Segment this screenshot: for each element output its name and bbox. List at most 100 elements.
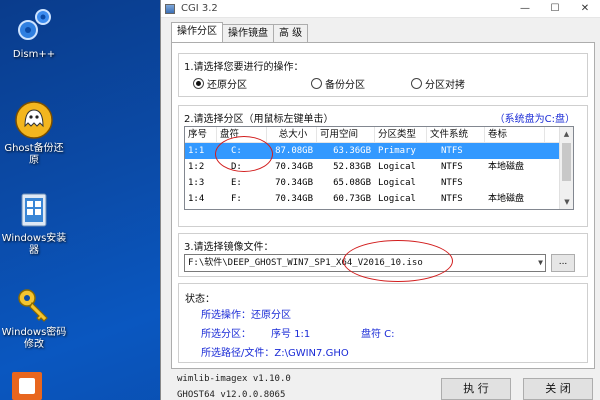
tab-partition-ops[interactable]: 操作分区 — [171, 22, 223, 42]
image-path-value: F:\软件\DEEP_GHOST_WIN7_SP1_X64_V2016_10.i… — [188, 258, 423, 268]
table-row[interactable]: 1:3 E: 70.34GB 65.08GB Logical NTFS — [185, 175, 573, 191]
tab-panel: 1.请选择您要进行的操作： 还原分区 备份分区 分区对拷 2.请选择分区（用鼠标… — [171, 42, 595, 369]
cell-type: Logical — [378, 194, 416, 204]
column-header[interactable]: 卷标 — [485, 127, 545, 142]
execute-button[interactable]: 执 行 — [441, 378, 511, 400]
cell-free: 65.08GB — [333, 178, 371, 188]
system-disk-note: （系统盘为C:盘） — [494, 114, 575, 125]
cell-free: 60.73GB — [333, 194, 371, 204]
cell-drive: E: — [231, 178, 242, 188]
status-path: 所选路径/文件：Z:\GWIN7.GHO — [201, 348, 349, 359]
window-title: CGI 3.2 — [181, 3, 218, 14]
status-seq: 序号 1:1 — [271, 329, 311, 340]
cell-drive: F: — [231, 194, 242, 204]
radio-button[interactable] — [193, 78, 204, 89]
office-icon[interactable] — [12, 372, 42, 400]
image-file-group-title: 3.请选择镜像文件： — [184, 242, 274, 253]
cell-label — [485, 175, 545, 191]
cell-label: 本地磁盘 — [488, 162, 525, 172]
column-header[interactable]: 序号 — [185, 127, 217, 142]
status-operation: 所选操作：还原分区 — [201, 310, 291, 321]
title-bar[interactable]: CGI 3.2 — ☐ ✕ — [161, 0, 600, 18]
desktop-icon-label: Ghost备份还原 — [4, 143, 64, 166]
radio-button[interactable] — [311, 78, 322, 89]
partition-group-title: 2.请选择分区（用鼠标左键单击） — [184, 114, 334, 125]
cell-total: 70.34GB — [275, 194, 313, 204]
maximize-button[interactable]: ☐ — [540, 0, 570, 18]
desktop-icon-installer[interactable]: Windows安装器 — [0, 190, 68, 257]
operation-group: 1.请选择您要进行的操作： 还原分区 备份分区 分区对拷 — [178, 53, 588, 97]
cell-label: 本地磁盘 — [488, 194, 525, 204]
table-row[interactable]: 1:4 F: 70.34GB 60.73GB Logical NTFS 本地磁盘 — [185, 191, 573, 207]
column-header[interactable]: 总大小 — [267, 127, 317, 142]
cell-type: Logical — [378, 178, 416, 188]
partition-table: 序号 盘符 总大小 可用空间 分区类型 文件系统 卷标 1:1 C: 87.08… — [184, 126, 574, 210]
tab-advanced[interactable]: 高 级 — [273, 24, 309, 42]
radio-restore[interactable]: 还原分区 — [193, 76, 247, 91]
partition-group: 2.请选择分区（用鼠标左键单击） （系统盘为C:盘） 序号 盘符 总大小 可用空… — [178, 105, 588, 227]
radio-label: 备份分区 — [325, 80, 365, 91]
desktop-icon-ghost[interactable]: Ghost备份还原 — [0, 100, 68, 167]
cell-fs: NTFS — [441, 178, 463, 188]
desktop-icon-label: Windows安装器 — [1, 233, 67, 256]
browse-button[interactable]: ... — [551, 254, 575, 272]
desktop-icon-password[interactable]: Windows密码修改 — [0, 284, 68, 351]
desktop-icon-dism[interactable]: Dism++ — [0, 6, 68, 61]
ghost-version: GHOST64 v12.0.0.8065 — [177, 390, 286, 400]
cell-seq: 1:1 — [188, 146, 205, 156]
key-icon — [14, 284, 54, 324]
cell-seq: 1:2 — [188, 162, 205, 172]
ghost-icon — [14, 100, 54, 140]
cell-type: Logical — [378, 162, 416, 172]
gear-icon — [14, 6, 54, 46]
status-drive: 盘符 C: — [361, 329, 395, 340]
cell-free: 52.83GB — [333, 162, 371, 172]
column-header[interactable]: 文件系统 — [427, 127, 485, 142]
table-header: 序号 盘符 总大小 可用空间 分区类型 文件系统 卷标 — [185, 127, 573, 143]
minimize-button[interactable]: — — [510, 0, 540, 18]
chevron-down-icon[interactable]: ▼ — [538, 255, 543, 271]
status-partition: 所选分区： — [201, 329, 251, 340]
radio-label: 分区对拷 — [425, 80, 465, 91]
cell-type: Primary — [378, 146, 416, 156]
cell-fs: NTFS — [441, 162, 463, 172]
image-path-combobox[interactable]: F:\软件\DEEP_GHOST_WIN7_SP1_X64_V2016_10.i… — [184, 254, 546, 272]
cell-fs: NTFS — [441, 146, 463, 156]
cgi-window: CGI 3.2 — ☐ ✕ 操作分区 操作镜盘 高 级 1.请选择您要进行的操作… — [160, 0, 600, 400]
table-scrollbar[interactable]: ▲ ▼ — [559, 127, 573, 209]
radio-label: 还原分区 — [207, 80, 247, 91]
cell-total: 87.08GB — [275, 146, 313, 156]
radio-button[interactable] — [411, 78, 422, 89]
cell-total: 70.34GB — [275, 178, 313, 188]
table-row[interactable]: 1:2 D: 70.34GB 52.83GB Logical NTFS 本地磁盘 — [185, 159, 573, 175]
scroll-up-icon[interactable]: ▲ — [560, 127, 573, 141]
image-file-group: 3.请选择镜像文件： F:\软件\DEEP_GHOST_WIN7_SP1_X64… — [178, 233, 588, 277]
scroll-down-icon[interactable]: ▼ — [560, 195, 573, 209]
table-row[interactable]: 1:1 C: 87.08GB 63.36GB Primary NTFS — [185, 143, 573, 159]
column-header[interactable]: 盘符 — [217, 127, 267, 142]
status-title: 状态： — [185, 294, 215, 305]
app-icon — [165, 3, 175, 14]
tab-disk-ops[interactable]: 操作镜盘 — [222, 24, 274, 42]
desktop-icon-label: Dism++ — [12, 49, 56, 60]
cell-seq: 1:3 — [188, 178, 205, 188]
operation-group-title: 1.请选择您要进行的操作： — [184, 62, 304, 73]
tab-strip: 操作分区 操作镜盘 高 级 — [171, 22, 309, 42]
close-button[interactable]: 关 闭 — [523, 378, 593, 400]
radio-copy[interactable]: 分区对拷 — [411, 76, 465, 91]
column-header[interactable]: 分区类型 — [375, 127, 427, 142]
cell-total: 70.34GB — [275, 162, 313, 172]
desktop-icon-label: Windows密码修改 — [1, 327, 67, 350]
status-group: 状态： 所选操作：还原分区 所选分区： 序号 1:1 盘符 C: 所选路径/文件… — [178, 283, 588, 363]
scroll-thumb[interactable] — [562, 143, 571, 181]
cell-label — [485, 143, 545, 159]
cell-drive: D: — [231, 162, 242, 172]
cell-seq: 1:4 — [188, 194, 205, 204]
column-header[interactable]: 可用空间 — [317, 127, 375, 142]
radio-backup[interactable]: 备份分区 — [311, 76, 365, 91]
wimlib-version: wimlib-imagex v1.10.0 — [177, 374, 291, 384]
cell-free: 63.36GB — [333, 146, 371, 156]
cell-fs: NTFS — [441, 194, 463, 204]
close-window-button[interactable]: ✕ — [570, 0, 600, 18]
installer-icon — [14, 190, 54, 230]
